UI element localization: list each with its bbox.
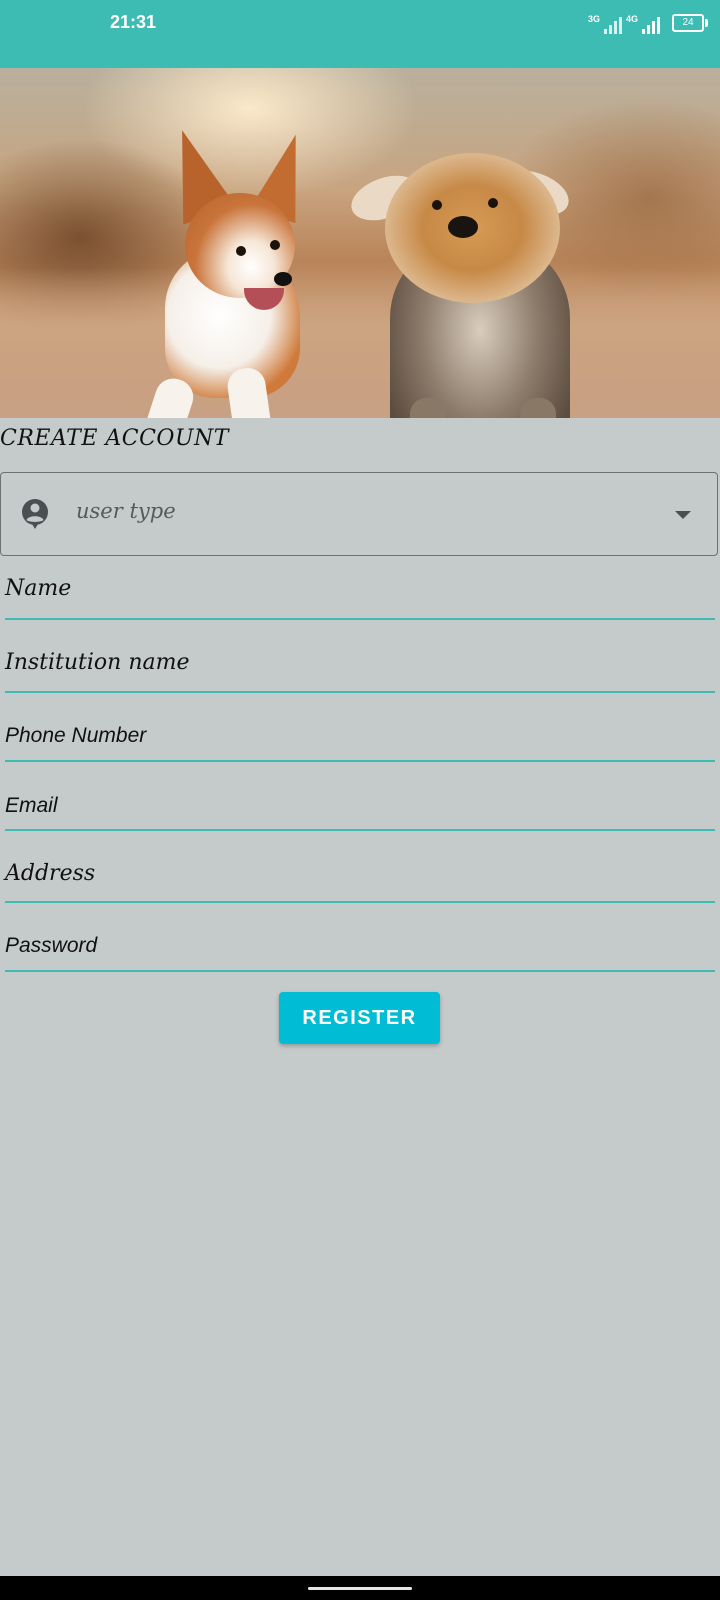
phone-number-field[interactable]: Phone Number: [5, 710, 715, 762]
home-indicator[interactable]: [308, 1587, 412, 1590]
address-field[interactable]: Address: [5, 848, 715, 903]
corgi-eye: [270, 240, 280, 250]
page-title: CREATE ACCOUNT: [0, 426, 229, 451]
register-button[interactable]: REGISTER: [279, 992, 440, 1044]
signal-icon-2: [642, 16, 660, 34]
corgi-eye: [236, 246, 246, 256]
password-label: Password: [5, 934, 98, 957]
email-label: Email: [5, 794, 58, 817]
network-4g-label: 4G: [625, 14, 638, 24]
status-bar: 21:31 3G 4G 24: [0, 0, 720, 68]
navigation-bar: [0, 1576, 720, 1600]
corgi-nose: [274, 272, 292, 286]
battery-level: 24: [682, 17, 694, 28]
battery-icon: 24: [672, 14, 708, 32]
user-type-dropdown[interactable]: user type: [0, 472, 718, 556]
phone-number-label: Phone Number: [5, 724, 147, 747]
name-label: Name: [5, 576, 72, 601]
email-field[interactable]: Email: [5, 780, 715, 831]
account-circle-icon: [22, 499, 48, 529]
yorkie-nose: [448, 216, 478, 238]
password-field[interactable]: Password: [5, 920, 715, 972]
network-3g-label: 3G: [587, 14, 600, 24]
signal-icon: [603, 16, 622, 34]
address-label: Address: [5, 861, 96, 886]
hero-image: [0, 68, 720, 418]
name-field[interactable]: Name: [5, 566, 715, 620]
yorkie-eye: [488, 198, 498, 208]
user-type-placeholder: user type: [76, 499, 176, 523]
institution-name-label: Institution name: [5, 650, 190, 675]
yorkie-eye: [432, 200, 442, 210]
road: [0, 268, 720, 418]
chevron-down-icon[interactable]: [675, 511, 691, 519]
status-time: 21:31: [110, 12, 157, 32]
institution-name-field[interactable]: Institution name: [5, 638, 715, 693]
status-icons: 3G 4G 24: [587, 14, 708, 34]
